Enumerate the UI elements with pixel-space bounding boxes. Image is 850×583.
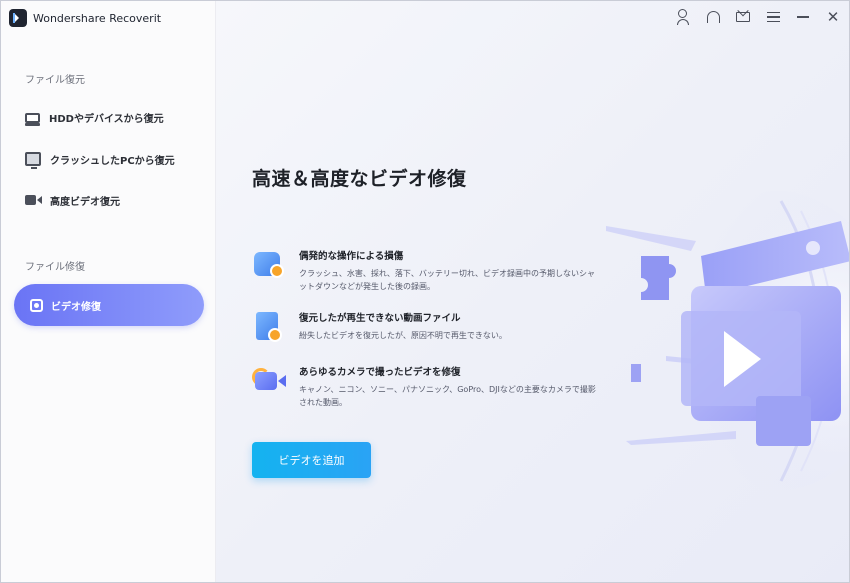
feature-title: あらゆるカメラで撮ったビデオを修復 bbox=[299, 367, 461, 378]
feature-description: クラッシュ、水害、採れ、落下、バッテリー切れ、ビデオ録画中の予期しないシャットダ… bbox=[299, 269, 595, 291]
camera-wrench-icon bbox=[252, 248, 286, 282]
headset-icon[interactable] bbox=[703, 7, 723, 27]
minimize-icon[interactable] bbox=[793, 7, 813, 27]
sidebar: Wondershare Recoverit ファイル復元 HDDやデバイスから復… bbox=[1, 1, 216, 582]
title-bar-controls: ✕ bbox=[673, 7, 843, 27]
feature-item: 偶発的な操作による損傷 クラッシュ、水害、採れ、落下、バッテリー切れ、ビデオ録画… bbox=[252, 248, 597, 293]
section-label-repair: ファイル修復 bbox=[25, 262, 85, 273]
feature-item: あらゆるカメラで撮ったビデオを修復 キャノン、ニコン、ソニー、パナソニック、Go… bbox=[252, 364, 597, 409]
sidebar-item-label: HDDやデバイスから復元 bbox=[49, 113, 164, 125]
menu-icon[interactable] bbox=[763, 7, 783, 27]
app-title-bar: Wondershare Recoverit bbox=[9, 8, 161, 28]
sidebar-item-label: 高度ビデオ復元 bbox=[50, 196, 120, 208]
video-camera-icon bbox=[252, 364, 286, 398]
file-wrench-icon bbox=[252, 310, 286, 344]
close-icon[interactable]: ✕ bbox=[823, 7, 843, 27]
pc-icon bbox=[25, 152, 41, 169]
video-clapper-illustration bbox=[606, 191, 849, 491]
feature-item: 復元したが再生できない動画ファイル 紛失したビデオを復元したが、原因不明で再生で… bbox=[252, 310, 597, 344]
main-panel: ✕ 高速＆高度なビデオ修復 偶発的な操作による損傷 クラッシュ、水害、採れ、落下… bbox=[216, 1, 849, 582]
video-camera-icon bbox=[25, 193, 42, 207]
sidebar-item-advanced-video[interactable]: 高度ビデオ復元 bbox=[25, 190, 120, 210]
sidebar-item-video-repair[interactable]: ビデオ修復 bbox=[14, 284, 204, 326]
feature-title: 偶発的な操作による損傷 bbox=[299, 251, 404, 262]
section-label-recover: ファイル復元 bbox=[25, 75, 85, 86]
sidebar-item-label: クラッシュしたPCから復元 bbox=[50, 155, 175, 167]
mail-icon[interactable] bbox=[733, 7, 753, 27]
page-title: 高速＆高度なビデオ修復 bbox=[252, 168, 467, 190]
feature-description: 紛失したビデオを復元したが、原因不明で再生できない。 bbox=[299, 331, 507, 340]
feature-title: 復元したが再生できない動画ファイル bbox=[299, 313, 461, 324]
hdd-icon bbox=[25, 113, 40, 126]
sidebar-item-label: ビデオ修復 bbox=[51, 301, 101, 313]
app-name: Wondershare Recoverit bbox=[33, 11, 162, 25]
sidebar-item-crashed-pc[interactable]: クラッシュしたPCから復元 bbox=[25, 149, 175, 169]
video-repair-icon bbox=[30, 298, 43, 312]
app-window: Wondershare Recoverit ファイル復元 HDDやデバイスから復… bbox=[0, 0, 850, 583]
feature-description: キャノン、ニコン、ソニー、パナソニック、GoPro、DJIなどの主要なカメラで撮… bbox=[299, 385, 596, 407]
user-icon[interactable] bbox=[673, 7, 693, 27]
recoverit-logo-icon bbox=[9, 9, 27, 27]
sidebar-item-hdd[interactable]: HDDやデバイスから復元 bbox=[25, 107, 164, 127]
add-video-button[interactable]: ビデオを追加 bbox=[252, 442, 371, 478]
